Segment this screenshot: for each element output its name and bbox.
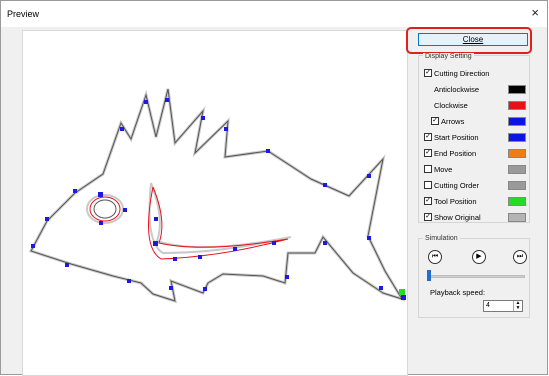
arrow-marker [123, 208, 127, 212]
checkbox[interactable]: ✓ [424, 213, 432, 222]
playback-speed-label: Playback speed: [430, 288, 486, 297]
start-position-marker [153, 241, 158, 246]
skip-to-end-icon: ⏭ [516, 253, 524, 260]
display-option-show-original[interactable]: ✓ Show Original [424, 212, 481, 224]
color-swatch[interactable] [508, 117, 526, 126]
color-swatch[interactable] [508, 85, 526, 94]
color-swatch[interactable] [508, 165, 526, 174]
color-swatch[interactable] [508, 197, 526, 206]
arrow-marker [169, 286, 173, 290]
display-option-anticlockwise: Anticlockwise [434, 84, 479, 96]
play-icon: ▶ [476, 253, 482, 260]
fish-cut-path [28, 88, 406, 304]
arrow-marker [201, 116, 205, 120]
arrow-marker [120, 127, 124, 131]
arrow-marker [323, 241, 327, 245]
arrow-marker [367, 236, 371, 240]
checkbox[interactable]: ✓ [424, 133, 432, 142]
arrow-marker [203, 287, 207, 291]
close-button[interactable]: Close [418, 33, 528, 46]
display-option-cutting-order[interactable]: Cutting Order [424, 180, 479, 192]
arrow-marker [165, 98, 169, 102]
skip-to-start-icon: ⏮ [431, 253, 439, 260]
color-swatch[interactable] [508, 213, 526, 222]
color-swatch[interactable] [508, 149, 526, 158]
option-label: Tool Position [434, 197, 477, 206]
arrow-marker [285, 275, 289, 279]
display-option-end-position[interactable]: ✓ End Position [424, 148, 476, 160]
display-option-tool-position[interactable]: ✓ Tool Position [424, 196, 477, 208]
arrow-marker [379, 286, 383, 290]
gill-red [148, 186, 289, 260]
title-bar: Preview × [1, 1, 547, 27]
simulation-label: Simulation [423, 235, 460, 242]
arrow-marker [45, 217, 49, 221]
arrow-marker [233, 247, 237, 251]
tool-position-marker [399, 289, 405, 295]
color-swatch[interactable] [508, 133, 526, 142]
display-setting-label: Display Setting [423, 53, 474, 60]
play-button[interactable]: ▶ [472, 250, 486, 264]
playback-slider-thumb[interactable] [427, 270, 431, 281]
option-label: Anticlockwise [434, 85, 480, 94]
eye-inner [93, 199, 117, 219]
arrow-marker [323, 183, 327, 187]
preview-canvas[interactable] [22, 30, 408, 376]
checkbox[interactable]: ✓ [424, 149, 432, 158]
option-label: Arrows [441, 117, 465, 126]
display-option-start-position[interactable]: ✓ Start Position [424, 132, 479, 144]
checkbox[interactable]: ✓ [424, 197, 432, 206]
arrow-marker [99, 221, 103, 225]
playback-speed-input[interactable]: 4 ▲ ▼ [483, 300, 523, 312]
arrow-marker [367, 174, 371, 178]
arrow-marker [65, 263, 69, 267]
start-position-marker [98, 192, 103, 197]
arrow-marker [224, 127, 228, 131]
arrow-marker [73, 189, 77, 193]
display-option-move[interactable]: Move [424, 164, 452, 176]
skip-to-end-button[interactable]: ⏭ [513, 250, 527, 264]
arrow-marker [144, 100, 148, 104]
arrow-marker [154, 217, 158, 221]
option-label: Move [434, 165, 453, 174]
playback-slider-track[interactable] [427, 275, 525, 278]
display-option-cutting-direction[interactable]: ✓ Cutting Direction [424, 68, 489, 80]
arrow-marker [401, 295, 406, 300]
arrow-marker [272, 241, 276, 245]
window-close-icon[interactable]: × [531, 6, 539, 20]
checkbox[interactable]: ✓ [431, 117, 439, 126]
display-option-arrows[interactable]: ✓ Arrows [431, 116, 464, 128]
gill-gray [148, 182, 292, 255]
arrow-marker [31, 244, 35, 248]
eye-outer [86, 194, 124, 224]
checkbox[interactable] [424, 165, 432, 174]
arrow-marker [198, 255, 202, 259]
option-label: Show Original [434, 213, 481, 222]
skip-to-start-button[interactable]: ⏮ [428, 250, 442, 264]
color-swatch[interactable] [508, 181, 526, 190]
checkbox[interactable]: ✓ [424, 69, 432, 78]
arrow-marker [173, 257, 177, 261]
option-label: End Position [434, 149, 477, 158]
arrow-marker [127, 279, 131, 283]
option-label: Start Position [434, 133, 479, 142]
option-label: Cutting Order [434, 181, 480, 190]
display-option-clockwise: Clockwise [434, 100, 468, 112]
playback-speed-value: 4 [486, 302, 490, 309]
window-title: Preview [7, 9, 40, 19]
arrow-marker [266, 149, 270, 153]
checkbox[interactable] [424, 181, 432, 190]
speed-spinner-icon[interactable]: ▲ ▼ [513, 301, 522, 311]
option-label: Clockwise [434, 101, 468, 110]
option-label: Cutting Direction [434, 69, 490, 78]
color-swatch[interactable] [508, 101, 526, 110]
